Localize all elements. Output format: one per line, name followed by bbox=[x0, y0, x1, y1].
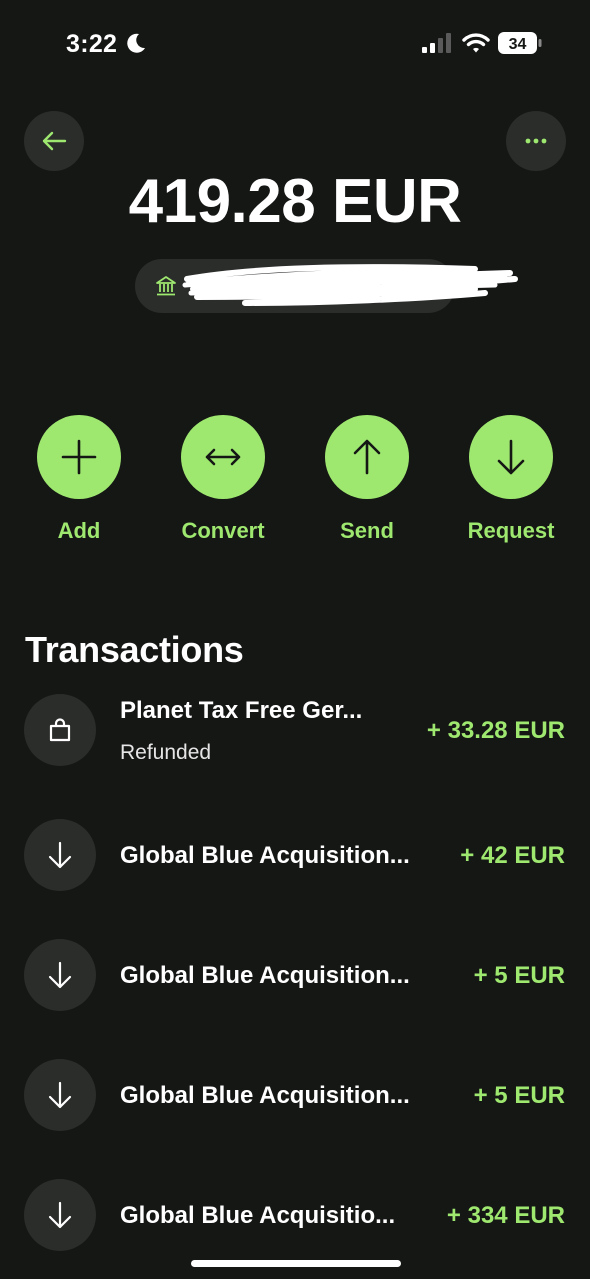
convert-arrows-icon bbox=[205, 448, 241, 466]
ellipsis-icon bbox=[525, 138, 547, 144]
transaction-name: Planet Tax Free Ger... bbox=[120, 697, 363, 724]
arrow-up-icon bbox=[353, 439, 381, 475]
arrow-down-icon bbox=[48, 841, 72, 869]
transaction-name: Global Blue Acquisitio... bbox=[120, 1202, 396, 1229]
bank-icon bbox=[156, 276, 176, 296]
add-action[interactable]: Add bbox=[24, 415, 134, 544]
transaction-row[interactable]: Global Blue Acquisition... + 5 EUR bbox=[0, 939, 590, 1011]
send-button[interactable] bbox=[325, 415, 409, 499]
convert-label: Convert bbox=[181, 518, 265, 543]
status-time: 3:22 bbox=[66, 30, 118, 58]
account-balance-screen: 3:22 34 419.28 EUR Add Convert Send Requ… bbox=[0, 0, 590, 1279]
send-action[interactable]: Send bbox=[312, 415, 422, 544]
arrow-down-icon bbox=[48, 961, 72, 989]
arrow-down-icon bbox=[48, 1081, 72, 1109]
transaction-row[interactable]: Global Blue Acquisition... + 42 EUR bbox=[0, 819, 590, 891]
request-label: Request bbox=[467, 518, 555, 543]
transaction-row[interactable]: Global Blue Acquisition... + 5 EUR bbox=[0, 1059, 590, 1131]
account-details-chip[interactable] bbox=[135, 259, 518, 313]
transactions-title: Transactions bbox=[25, 629, 244, 670]
battery-icon: 34 bbox=[498, 32, 542, 54]
back-button[interactable] bbox=[24, 111, 84, 171]
transaction-amount: + 334 EUR bbox=[446, 1202, 565, 1229]
request-button[interactable] bbox=[469, 415, 553, 499]
add-button[interactable] bbox=[37, 415, 121, 499]
transaction-icon-circle bbox=[24, 939, 96, 1011]
transaction-icon-circle bbox=[24, 819, 96, 891]
transaction-name: Global Blue Acquisition... bbox=[120, 1082, 410, 1109]
transaction-name: Global Blue Acquisition... bbox=[120, 842, 410, 869]
more-options-button[interactable] bbox=[506, 111, 566, 171]
battery-indicator: 34 bbox=[498, 32, 542, 54]
redaction-scribble bbox=[182, 264, 518, 306]
transaction-status: Refunded bbox=[120, 741, 212, 764]
request-action[interactable]: Request bbox=[456, 415, 566, 544]
transaction-icon-circle bbox=[24, 694, 96, 766]
battery-level: 34 bbox=[509, 36, 527, 53]
add-label: Add bbox=[57, 518, 101, 543]
cellular-signal-icon bbox=[422, 33, 451, 53]
transaction-amount: + 5 EUR bbox=[473, 962, 565, 989]
convert-button[interactable] bbox=[181, 415, 265, 499]
plus-icon bbox=[61, 439, 97, 475]
shopping-bag-icon bbox=[49, 718, 71, 742]
send-label: Send bbox=[340, 518, 394, 543]
moon-icon bbox=[127, 33, 145, 53]
home-indicator[interactable] bbox=[191, 1260, 401, 1267]
wifi-icon bbox=[462, 33, 490, 53]
transaction-amount: + 33.28 EUR bbox=[426, 717, 565, 744]
arrow-down-icon bbox=[497, 439, 525, 475]
transaction-icon-circle bbox=[24, 1059, 96, 1131]
transaction-icon-circle bbox=[24, 1179, 96, 1251]
arrow-left-icon bbox=[42, 131, 67, 151]
transaction-row[interactable]: Planet Tax Free Ger... Refunded + 33.28 … bbox=[0, 694, 590, 766]
transaction-name: Global Blue Acquisition... bbox=[120, 962, 410, 989]
transaction-amount: + 42 EUR bbox=[460, 842, 565, 869]
convert-action[interactable]: Convert bbox=[168, 415, 278, 544]
arrow-down-icon bbox=[48, 1201, 72, 1229]
transaction-amount: + 5 EUR bbox=[473, 1082, 565, 1109]
transaction-row[interactable]: Global Blue Acquisitio... + 334 EUR bbox=[0, 1179, 590, 1251]
balance-amount: 419.28 EUR bbox=[128, 167, 462, 236]
